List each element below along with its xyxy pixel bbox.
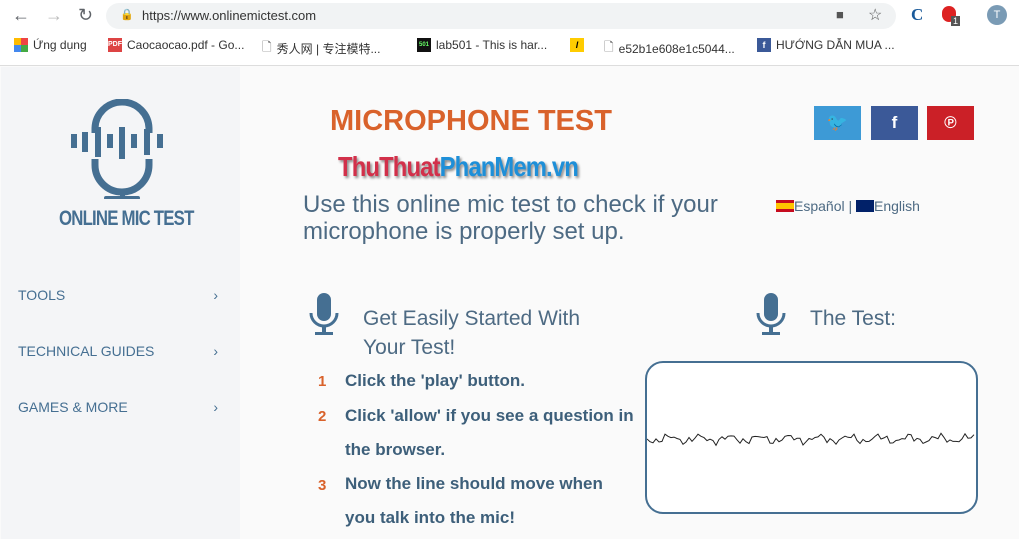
spain-flag-icon	[776, 200, 794, 212]
bookmark-item[interactable]: 🗋 e52b1e608e1c5044...	[604, 38, 735, 59]
bookmark-label: 秀人网 | 专注模特...	[276, 42, 381, 56]
language-switch: Español | English	[776, 198, 920, 214]
sidebar-item-games[interactable]: GAMES & MORE ›	[18, 399, 218, 415]
main-content: MICROPHONE TEST 🐦 f ℗ ThuThuatPhanMem.vn…	[240, 67, 1019, 539]
twitter-button[interactable]: 🐦	[814, 106, 861, 140]
microphone-icon	[756, 293, 786, 335]
pdf-icon: PDF	[108, 38, 122, 52]
lang-es-link[interactable]: Español	[794, 198, 845, 214]
sidebar-item-technical-guides[interactable]: TECHNICAL GUIDES ›	[18, 343, 218, 359]
chevron-right-icon: ›	[213, 399, 218, 415]
lab501-icon: 501	[417, 38, 431, 52]
step-number: 1	[318, 373, 327, 390]
menu-label: TECHNICAL GUIDES	[18, 343, 155, 359]
microphone-icon	[309, 293, 339, 335]
back-icon[interactable]: ←	[12, 5, 30, 26]
page-icon: 🗋	[604, 40, 614, 54]
watermark: ThuThuatPhanMem.vn	[338, 151, 579, 182]
browser-chrome: ← → ↻ 🔒 https://www.onlinemictest.com ■ …	[0, 0, 1019, 66]
star-icon[interactable]: ☆	[868, 5, 882, 25]
site-logo[interactable]: ONLINE MIC TEST	[59, 207, 194, 231]
lang-separator: |	[848, 198, 853, 214]
l-icon: l	[570, 38, 584, 52]
lead-text: Use this online mic test to check if you…	[303, 191, 718, 245]
bookmark-label: Caocaocao.pdf - Go...	[127, 38, 245, 52]
bookmark-item[interactable]: l	[570, 38, 584, 52]
mic-waveform-canvas	[645, 361, 978, 514]
page-icon: 🗋	[262, 40, 272, 54]
test-heading: The Test:	[810, 307, 896, 330]
apps-icon	[14, 38, 28, 52]
avatar[interactable]: T	[987, 5, 1007, 25]
bookmark-item[interactable]: PDF Caocaocao.pdf - Go...	[108, 38, 244, 52]
started-heading: Get Easily Started With Your Test!	[363, 307, 581, 359]
lock-icon: 🔒	[120, 9, 134, 21]
lang-en-link[interactable]: English	[874, 198, 920, 214]
pinterest-button[interactable]: ℗	[927, 106, 974, 140]
bookmark-apps[interactable]: Ứng dụng	[14, 38, 87, 52]
bookmark-label: lab501 - This is har...	[436, 38, 548, 52]
sidebar: ONLINE MIC TEST TOOLS › TECHNICAL GUIDES ›…	[1, 67, 240, 539]
bookmark-item[interactable]: 501 lab501 - This is har...	[417, 38, 547, 52]
step-number: 2	[318, 408, 327, 425]
mic-logo-icon	[69, 99, 175, 199]
extension-c-icon[interactable]: C	[911, 5, 923, 25]
waveform-line	[646, 432, 975, 447]
step-text: Click the 'play' button.	[345, 371, 525, 390]
reload-icon[interactable]: ↻	[78, 5, 93, 26]
chevron-right-icon: ›	[213, 343, 218, 359]
sidebar-item-tools[interactable]: TOOLS ›	[18, 287, 218, 303]
step-text: Click 'allow' if you see a question in t…	[345, 406, 634, 459]
url-text[interactable]: https://www.onlinemictest.com	[142, 8, 316, 23]
forward-icon[interactable]: →	[45, 5, 63, 26]
step-number: 3	[318, 477, 327, 494]
bookmark-label: HƯỚNG DẪN MUA ...	[776, 38, 895, 52]
facebook-button[interactable]: f	[871, 106, 918, 140]
bookmark-label: e52b1e608e1c5044...	[618, 41, 735, 56]
extension-badge: 1	[951, 16, 961, 26]
bookmark-item[interactable]: f HƯỚNG DẪN MUA ...	[757, 38, 895, 52]
address-bar[interactable]: 🔒 https://www.onlinemictest.com ■ ☆	[106, 3, 896, 29]
bookmark-item[interactable]: 🗋 秀人网 | 专注模特...	[262, 38, 380, 59]
chevron-right-icon: ›	[213, 287, 218, 303]
step-text: Now the line should move when you talk i…	[345, 474, 603, 527]
bookmark-label: Ứng dụng	[33, 38, 87, 52]
facebook-icon: f	[757, 38, 771, 52]
menu-label: GAMES & MORE	[18, 399, 128, 415]
camera-icon[interactable]: ■	[836, 7, 844, 22]
menu-label: TOOLS	[18, 287, 66, 303]
uk-flag-icon	[856, 200, 875, 212]
page-title: MICROPHONE TEST	[330, 105, 612, 137]
